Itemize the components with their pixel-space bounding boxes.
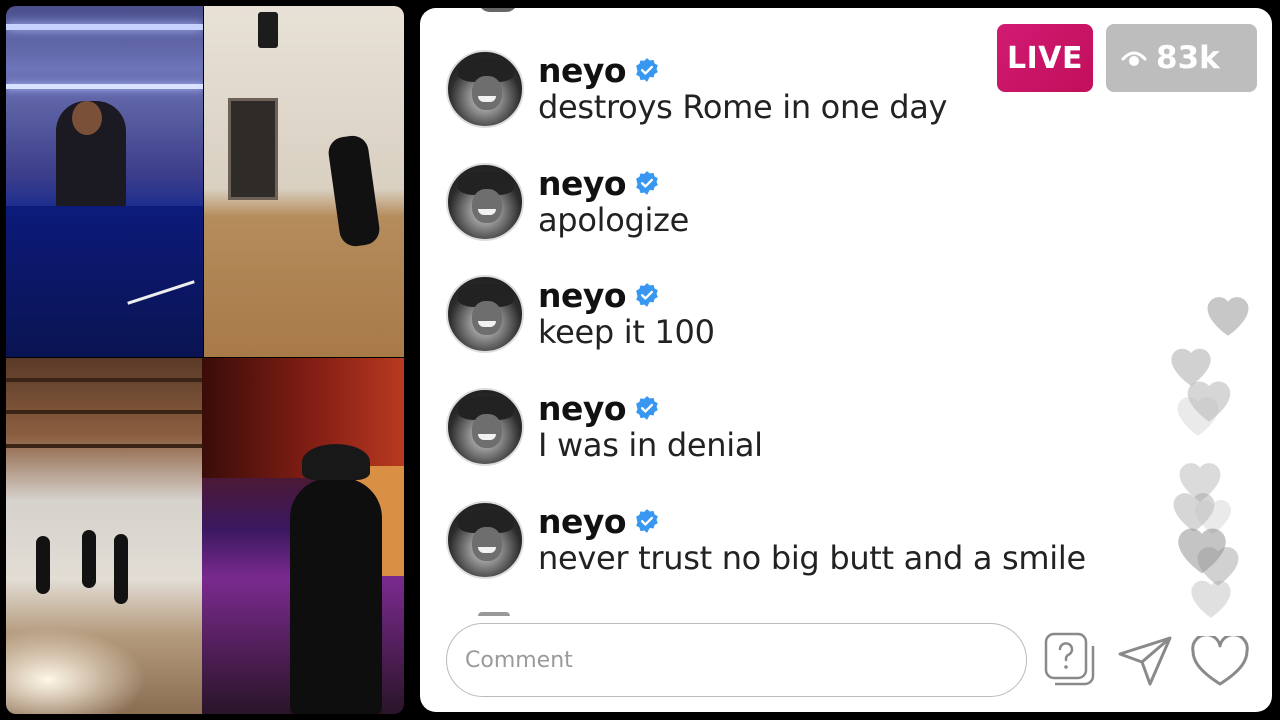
viewer-count-badge[interactable]: 83k xyxy=(1106,24,1257,92)
dancer-figure xyxy=(114,534,128,604)
username[interactable]: neyo xyxy=(538,276,627,315)
dancer-figure xyxy=(82,530,96,588)
comment-placeholder: Comment xyxy=(465,647,573,673)
username-row: neyo xyxy=(538,388,660,428)
chat-panel: neyo destroys Rome in one day neyo apolo… xyxy=(420,8,1272,712)
eye-icon xyxy=(1121,51,1147,66)
viewer-count: 83k xyxy=(1156,40,1220,76)
ceiling-beam xyxy=(6,378,203,382)
partial-avatar xyxy=(478,8,518,12)
username-row: neyo xyxy=(538,275,660,315)
comment-text: keep it 100 xyxy=(538,313,715,351)
neon-light xyxy=(6,84,203,89)
comment-text: apologize xyxy=(538,201,689,239)
neon-light xyxy=(6,24,203,30)
video-grid xyxy=(6,6,404,714)
dancer-figure xyxy=(326,133,382,249)
avatar[interactable] xyxy=(446,275,524,353)
live-badge: LIVE xyxy=(997,24,1093,92)
username[interactable]: neyo xyxy=(538,164,627,203)
username-row: neyo xyxy=(538,50,660,90)
username-row: neyo xyxy=(538,501,660,541)
door xyxy=(228,98,278,200)
username[interactable]: neyo xyxy=(538,51,627,90)
verified-badge-icon xyxy=(636,283,658,307)
video-tile-dj[interactable] xyxy=(6,6,203,357)
heart-icon xyxy=(1177,397,1219,436)
floating-hearts xyxy=(1160,288,1270,628)
question-icon[interactable] xyxy=(1043,631,1099,691)
dj-head xyxy=(72,101,102,135)
send-icon[interactable] xyxy=(1116,634,1174,688)
verified-badge-icon xyxy=(636,58,658,82)
avatar[interactable] xyxy=(446,50,524,128)
comment-text: destroys Rome in one day xyxy=(538,88,948,126)
avatar[interactable] xyxy=(446,388,524,466)
comment-input[interactable]: Comment xyxy=(446,623,1027,697)
username[interactable]: neyo xyxy=(538,389,627,428)
username[interactable]: neyo xyxy=(538,502,627,541)
dj-desk xyxy=(6,206,203,357)
avatar[interactable] xyxy=(446,163,524,241)
verified-badge-icon xyxy=(636,396,658,420)
heart-icon xyxy=(1207,297,1249,336)
comment-text: never trust no big butt and a smile xyxy=(538,539,1086,577)
heart-icon[interactable] xyxy=(1190,636,1250,688)
comment-text: I was in denial xyxy=(538,426,763,464)
username-row: neyo xyxy=(538,163,660,203)
avatar[interactable] xyxy=(446,501,524,579)
video-tile-hall[interactable] xyxy=(6,358,203,714)
speaker xyxy=(258,12,278,48)
verified-badge-icon xyxy=(636,171,658,195)
video-tile-studio[interactable] xyxy=(204,6,404,357)
verified-badge-icon xyxy=(636,509,658,533)
ceiling-beam xyxy=(6,410,203,414)
heart-icon xyxy=(1191,580,1231,618)
ceiling-beam xyxy=(6,444,203,448)
video-tile-recording[interactable] xyxy=(202,358,404,714)
singer-figure xyxy=(290,478,382,714)
floor-glow xyxy=(6,628,146,714)
singer-hat xyxy=(302,444,370,480)
partial-avatar xyxy=(478,612,510,616)
dancer-figure xyxy=(36,536,50,594)
